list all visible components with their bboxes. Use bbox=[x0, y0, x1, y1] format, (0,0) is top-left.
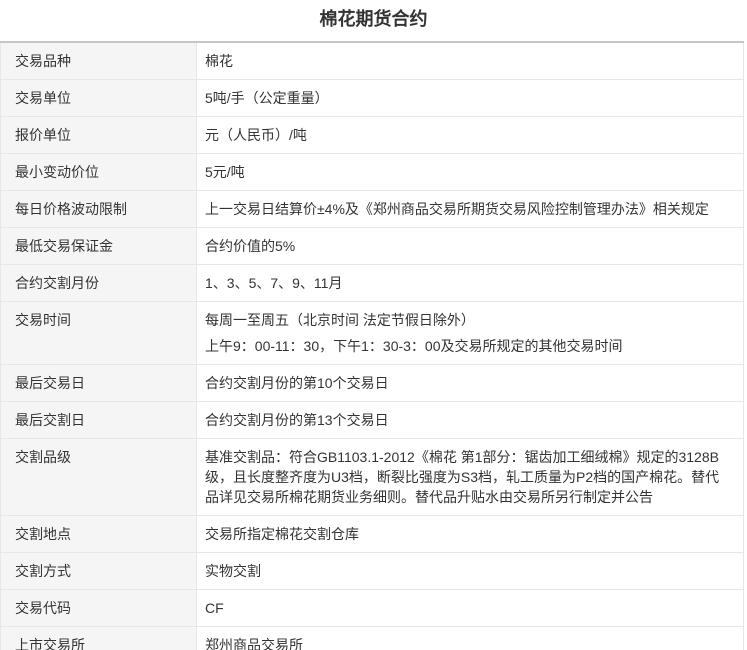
row-label-daily-price-limit: 每日价格波动限制 bbox=[1, 191, 197, 228]
table-row: 交割方式 实物交割 bbox=[1, 553, 744, 590]
row-label-delivery-method: 交割方式 bbox=[1, 553, 197, 590]
row-value-min-tick: 5元/吨 bbox=[197, 154, 744, 191]
table-row: 合约交割月份 1、3、5、7、9、11月 bbox=[1, 265, 744, 302]
row-label-listing-exchange: 上市交易所 bbox=[1, 627, 197, 650]
row-value-quote-unit: 元（人民币）/吨 bbox=[197, 117, 744, 154]
trading-hours-line-1: 每周一至周五（北京时间 法定节假日除外） bbox=[205, 310, 731, 330]
row-value-trading-variety: 棉花 bbox=[197, 42, 744, 80]
table-row: 最小变动价位 5元/吨 bbox=[1, 154, 744, 191]
table-row: 交割地点 交易所指定棉花交割仓库 bbox=[1, 516, 744, 553]
row-value-delivery-grade: 基准交割品：符合GB1103.1-2012《棉花 第1部分：锯齿加工细绒棉》规定… bbox=[197, 439, 744, 516]
table-row: 交易品种 棉花 bbox=[1, 42, 744, 80]
row-value-delivery-months: 1、3、5、7、9、11月 bbox=[197, 265, 744, 302]
row-value-last-delivery-day: 合约交割月份的第13个交易日 bbox=[197, 402, 744, 439]
table-row: 交易单位 5吨/手（公定重量） bbox=[1, 80, 744, 117]
row-value-listing-exchange: 郑州商品交易所 bbox=[197, 627, 744, 650]
row-value-trading-code: CF bbox=[197, 590, 744, 627]
table-row: 最低交易保证金 合约价值的5% bbox=[1, 228, 744, 265]
row-value-delivery-method: 实物交割 bbox=[197, 553, 744, 590]
table-row: 每日价格波动限制 上一交易日结算价±4%及《郑州商品交易所期货交易风险控制管理办… bbox=[1, 191, 744, 228]
table-row: 最后交易日 合约交割月份的第10个交易日 bbox=[1, 365, 744, 402]
row-value-trading-hours: 每周一至周五（北京时间 法定节假日除外） 上午9：00-11：30，下午1：30… bbox=[197, 302, 744, 365]
row-label-last-trading-day: 最后交易日 bbox=[1, 365, 197, 402]
row-label-min-margin: 最低交易保证金 bbox=[1, 228, 197, 265]
row-label-delivery-grade: 交割品级 bbox=[1, 439, 197, 516]
trading-hours-line-2: 上午9：00-11：30，下午1：30-3：00及交易所规定的其他交易时间 bbox=[205, 336, 731, 356]
contract-spec-table: 交易品种 棉花 交易单位 5吨/手（公定重量） 报价单位 元（人民币）/吨 最小… bbox=[0, 41, 744, 650]
row-label-trading-hours: 交易时间 bbox=[1, 302, 197, 365]
row-value-last-trading-day: 合约交割月份的第10个交易日 bbox=[197, 365, 744, 402]
row-value-daily-price-limit: 上一交易日结算价±4%及《郑州商品交易所期货交易风险控制管理办法》相关规定 bbox=[197, 191, 744, 228]
table-row: 交割品级 基准交割品：符合GB1103.1-2012《棉花 第1部分：锯齿加工细… bbox=[1, 439, 744, 516]
row-label-delivery-months: 合约交割月份 bbox=[1, 265, 197, 302]
row-label-min-tick: 最小变动价位 bbox=[1, 154, 197, 191]
table-row: 上市交易所 郑州商品交易所 bbox=[1, 627, 744, 650]
table-row: 交易时间 每周一至周五（北京时间 法定节假日除外） 上午9：00-11：30，下… bbox=[1, 302, 744, 365]
page-title: 棉花期货合约 bbox=[0, 0, 747, 41]
row-label-trading-unit: 交易单位 bbox=[1, 80, 197, 117]
row-value-trading-unit: 5吨/手（公定重量） bbox=[197, 80, 744, 117]
row-value-delivery-place: 交易所指定棉花交割仓库 bbox=[197, 516, 744, 553]
row-label-last-delivery-day: 最后交割日 bbox=[1, 402, 197, 439]
row-label-trading-code: 交易代码 bbox=[1, 590, 197, 627]
row-label-quote-unit: 报价单位 bbox=[1, 117, 197, 154]
table-row: 最后交割日 合约交割月份的第13个交易日 bbox=[1, 402, 744, 439]
row-label-delivery-place: 交割地点 bbox=[1, 516, 197, 553]
row-label-trading-variety: 交易品种 bbox=[1, 42, 197, 80]
table-row: 交易代码 CF bbox=[1, 590, 744, 627]
row-value-min-margin: 合约价值的5% bbox=[197, 228, 744, 265]
table-row: 报价单位 元（人民币）/吨 bbox=[1, 117, 744, 154]
